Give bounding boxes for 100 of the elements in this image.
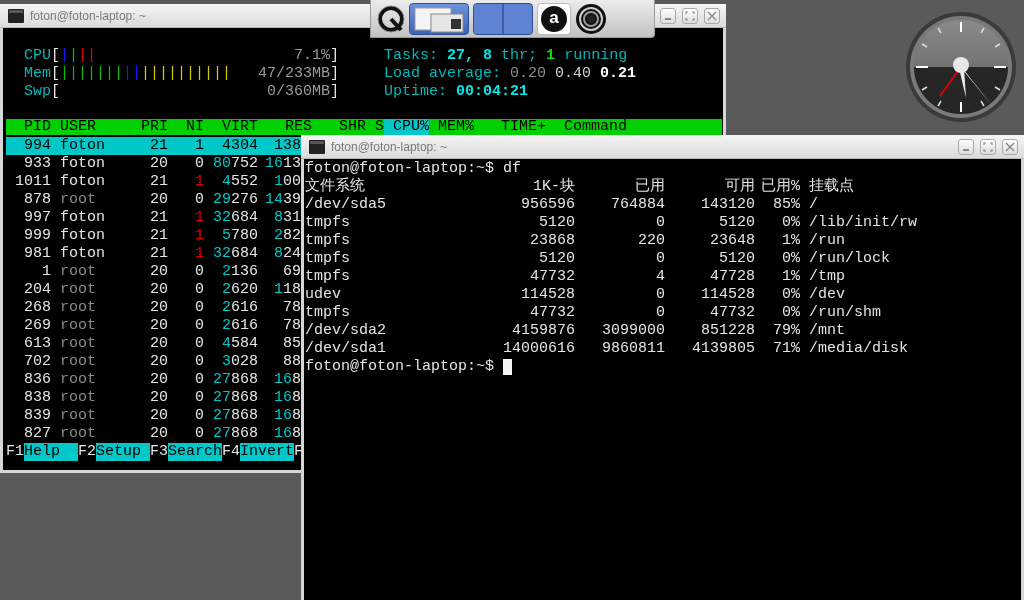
workspace-button[interactable]	[473, 2, 533, 35]
table-cell-text: 1	[194, 227, 204, 245]
table-cell-text: 20	[149, 407, 168, 425]
table-cell-text: 831	[272, 209, 301, 227]
table-cell-text: 5120	[538, 214, 575, 232]
process-row[interactable]: 613 root 20 0 4584 85	[6, 335, 304, 353]
column-header[interactable]: TIME+	[474, 119, 546, 135]
minimize-button[interactable]	[958, 138, 974, 155]
table-cell-text: 1439	[263, 191, 301, 209]
function-key-action[interactable]: Help	[24, 443, 78, 461]
meter-bracket: ]	[330, 47, 340, 65]
column-header[interactable]: MEM%	[429, 119, 474, 135]
table-cell-text: 0	[194, 191, 204, 209]
column-header: 可用	[724, 178, 755, 196]
table-cell-text: 836	[23, 371, 51, 389]
meter-bars: |	[69, 47, 79, 65]
command-line: foton@foton-laptop:~$ df	[305, 160, 522, 177]
table-cell-text: 4304	[221, 137, 258, 155]
table-cell-text: 0	[194, 299, 204, 317]
window-title: foton@foton-laptop: ~	[331, 138, 447, 156]
column-header[interactable]: VIRT	[204, 119, 258, 135]
process-row[interactable]: 702 root 20 0 3028 88	[6, 353, 304, 371]
column-header[interactable]: SHR	[312, 119, 366, 135]
process-row[interactable]: 997 foton 21 1 32684 831	[6, 209, 304, 227]
function-key-action[interactable]: Setup	[96, 443, 151, 461]
process-row[interactable]: 1011 foton 21 1 4552 100	[6, 173, 304, 191]
table-cell-text: foton	[60, 245, 106, 263]
column-header[interactable]: CPU%	[384, 119, 429, 135]
process-row[interactable]: 838 root 20 0 27868 168	[6, 389, 304, 407]
workspace-button[interactable]	[409, 2, 469, 35]
table-cell-text: 168	[272, 425, 301, 443]
column-header[interactable]: PRI	[141, 119, 168, 135]
process-row[interactable]: 933 foton 20 0 80752 1613	[6, 155, 304, 173]
table-cell-text: root	[60, 263, 97, 281]
table-cell-text: 21	[149, 209, 168, 227]
table-cell-text: 3099000	[601, 322, 665, 340]
table-cell-text: 2136	[220, 263, 258, 281]
table-cell-text: 71%	[772, 340, 800, 358]
table-cell-text: /dev	[809, 286, 847, 304]
circle-logo-icon[interactable]	[377, 4, 405, 33]
speaker-icon[interactable]	[575, 2, 607, 35]
function-key-action[interactable]: Invert	[240, 443, 295, 461]
process-row[interactable]: 999 foton 21 1 5780 282	[6, 227, 304, 245]
prompt-text: foton@foton-laptop:~$	[305, 358, 495, 376]
minimize-button[interactable]	[660, 7, 676, 24]
table-cell-text: 3028	[220, 353, 258, 371]
table-cell-text: 2616	[220, 317, 258, 335]
table-cell-text: root	[60, 407, 97, 425]
close-button[interactable]	[704, 7, 720, 24]
launcher-button[interactable]: a	[537, 2, 571, 35]
meter-label: Swp	[24, 83, 51, 101]
table-cell-text: 14000616	[502, 340, 575, 358]
table-cell-text: 824	[272, 245, 301, 263]
process-row[interactable]: 827 root 20 0 27868 168	[6, 425, 304, 443]
minimize-icon	[963, 149, 969, 151]
table-cell-text: 69	[282, 263, 301, 281]
process-row[interactable]: 204 root 20 0 2620 118	[6, 281, 304, 299]
table-cell-text: 827	[23, 425, 51, 443]
column-header[interactable]: Command	[564, 119, 627, 135]
table-cell-text: 23648	[709, 232, 755, 250]
process-row[interactable]: 268 root 20 0 2616 78	[6, 299, 304, 317]
table-cell-text: 20	[149, 425, 168, 443]
maximize-icon	[685, 10, 695, 21]
column-header[interactable]: PID	[6, 119, 51, 135]
maximize-button[interactable]	[682, 7, 698, 24]
table-cell-text: root	[60, 281, 97, 299]
process-row[interactable]: 1 root 20 0 2136 69	[6, 263, 304, 281]
process-row[interactable]: 836 root 20 0 27868 168	[6, 371, 304, 389]
meter-bars: |||||||	[60, 65, 124, 83]
column-header[interactable]: RES	[258, 119, 312, 135]
function-key: F1	[6, 443, 24, 461]
column-header[interactable]: NI	[168, 119, 204, 135]
process-row[interactable]: 878 root 20 0 29276 1439	[6, 191, 304, 209]
close-button[interactable]	[1002, 138, 1018, 155]
table-cell-text: 999	[23, 227, 51, 245]
table-cell-text: 21	[149, 245, 168, 263]
table-cell-text: 0	[194, 281, 204, 299]
table-cell-text: 21	[149, 137, 168, 155]
process-row[interactable]: 269 root 20 0 2616 78	[6, 317, 304, 335]
table-cell-text: 981	[23, 245, 51, 263]
stat-text: running	[564, 47, 628, 65]
table-cell-text: 764884	[610, 196, 665, 214]
process-row[interactable]: 981 foton 21 1 32684 824	[6, 245, 304, 263]
process-row[interactable]: 839 root 20 0 27868 168	[6, 407, 304, 425]
table-cell-text: 5120	[718, 250, 755, 268]
column-header[interactable]: USER	[60, 119, 141, 135]
table-cell-text: 4552	[220, 173, 258, 191]
stat-text: Uptime:	[384, 83, 448, 101]
table-cell-text: 29276	[211, 191, 258, 209]
table-cell-text: foton	[60, 209, 106, 227]
column-header[interactable]: S	[366, 119, 384, 135]
text-cursor	[503, 359, 513, 375]
maximize-button[interactable]	[980, 138, 996, 155]
table-cell-text: 20	[149, 191, 168, 209]
table-cell-text: 878	[23, 191, 51, 209]
table-cell-text: 956596	[520, 196, 575, 214]
function-key-action[interactable]: Search	[168, 443, 223, 461]
table-cell-text: 282	[272, 227, 301, 245]
process-row[interactable]: 994 foton 21 1 4304 138	[6, 137, 304, 155]
table-cell-text: 0	[194, 389, 204, 407]
